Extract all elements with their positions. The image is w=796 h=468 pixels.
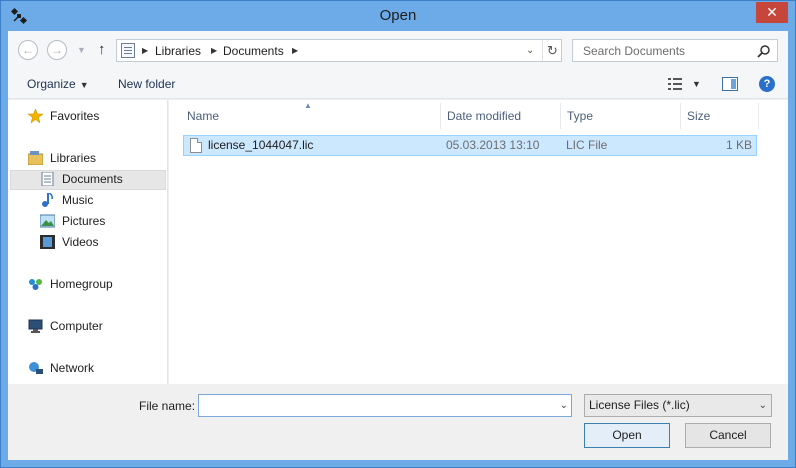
music-icon [42,193,53,207]
search-placeholder: Search Documents [583,44,686,58]
preview-pane-icon[interactable] [722,77,738,91]
libraries-icon [28,151,43,165]
recent-locations-button[interactable]: ▼ [77,40,86,60]
file-date-modified: 05.03.2013 13:10 [446,138,540,152]
breadcrumb-documents[interactable]: Documents [223,43,284,59]
documents-icon [41,172,54,186]
network-icon [29,362,43,374]
organize-label: Organize [27,77,76,91]
file-name: license_1044047.lic [208,138,314,152]
change-view-icon[interactable] [668,78,682,90]
back-button[interactable]: ← [18,40,38,60]
help-icon[interactable]: ? [759,76,775,92]
address-history-dropdown[interactable]: ⌄ [526,43,534,59]
sidebar-item-label: Computer [50,319,103,333]
forward-button[interactable]: → [47,40,67,60]
breadcrumb-separator-icon[interactable]: ▶ [292,44,298,58]
new-folder-button[interactable]: New folder [118,76,175,92]
command-bar: Organize ▼ New folder ▼ ? [8,69,788,99]
view-options-dropdown[interactable]: ▼ [692,77,701,91]
sidebar-item-label: Network [50,361,95,375]
breadcrumb-separator-icon[interactable]: ▶ [211,44,217,58]
file-type: LIC File [566,138,608,152]
file-name-input[interactable]: ⌄ [198,394,572,417]
dialog-footer: File name: ⌄ License Files (*.lic) ⌄ Ope… [8,385,788,460]
videos-icon [40,235,55,249]
search-input[interactable]: Search Documents [572,39,778,62]
up-button[interactable]: ↑ [98,40,106,60]
star-icon [28,109,43,123]
file-size: 1 KB [725,138,752,152]
pictures-icon [40,214,55,228]
window-title: Open [379,7,417,24]
cancel-button[interactable]: Cancel [685,423,771,448]
address-bar[interactable]: ▶ Libraries ▶ Documents ▶ ⌄ ↻ [116,39,562,62]
dialog-client-area: ← → ▼ ↑ ▶ Libraries ▶ Documents ▶ ⌄ ↻ Se… [8,31,788,460]
breadcrumb-separator-icon[interactable]: ▶ [142,44,148,58]
chevron-down-icon: ⌄ [758,400,767,411]
sidebar-item-label: Libraries [50,151,97,165]
refresh-button[interactable]: ↻ [542,40,562,61]
breadcrumb-libraries[interactable]: Libraries [155,43,201,59]
table-row[interactable]: license_1044047.lic 05.03.2013 13:10 LIC… [183,135,757,156]
column-header-type[interactable]: Type [561,103,681,129]
column-header-date-modified[interactable]: Date modified [441,103,561,129]
chevron-down-icon: ▼ [79,80,89,90]
file-list: ▲ Name Date modified Type Size license_1… [169,100,788,384]
organize-button[interactable]: Organize ▼ [27,76,89,93]
search-icon[interactable] [757,44,771,58]
homegroup-icon [29,279,42,290]
sidebar-item-label: Pictures [62,214,106,228]
address-row: ← → ▼ ↑ ▶ Libraries ▶ Documents ▶ ⌄ ↻ Se… [8,31,788,69]
column-header-name[interactable]: Name [181,103,441,129]
sidebar-item-label: Homegroup [50,277,113,291]
file-name-label: File name: [139,399,196,413]
navigation-pane: Favorites Libraries Documents Music Pict… [8,100,168,384]
computer-icon [28,319,43,333]
sidebar-item-label: Videos [62,235,99,249]
sidebar-item-label: Favorites [50,109,100,123]
open-button[interactable]: Open [584,423,670,448]
open-dialog-window: Open ✕ ← → ▼ ↑ ▶ Libraries ▶ Documents ▶… [0,0,796,468]
sidebar-item-label: Music [62,193,94,207]
column-header-size[interactable]: Size [681,103,759,129]
file-type-filter-select[interactable]: License Files (*.lic) ⌄ [584,394,772,417]
file-type-filter-value: License Files (*.lic) [589,398,690,412]
close-button[interactable]: ✕ [756,2,788,23]
title-bar[interactable]: Open ✕ [1,1,795,31]
chevron-down-icon[interactable]: ⌄ [560,398,568,414]
sidebar-item-label: Documents [62,172,123,186]
file-icon [190,138,202,153]
library-location-icon [121,43,135,58]
